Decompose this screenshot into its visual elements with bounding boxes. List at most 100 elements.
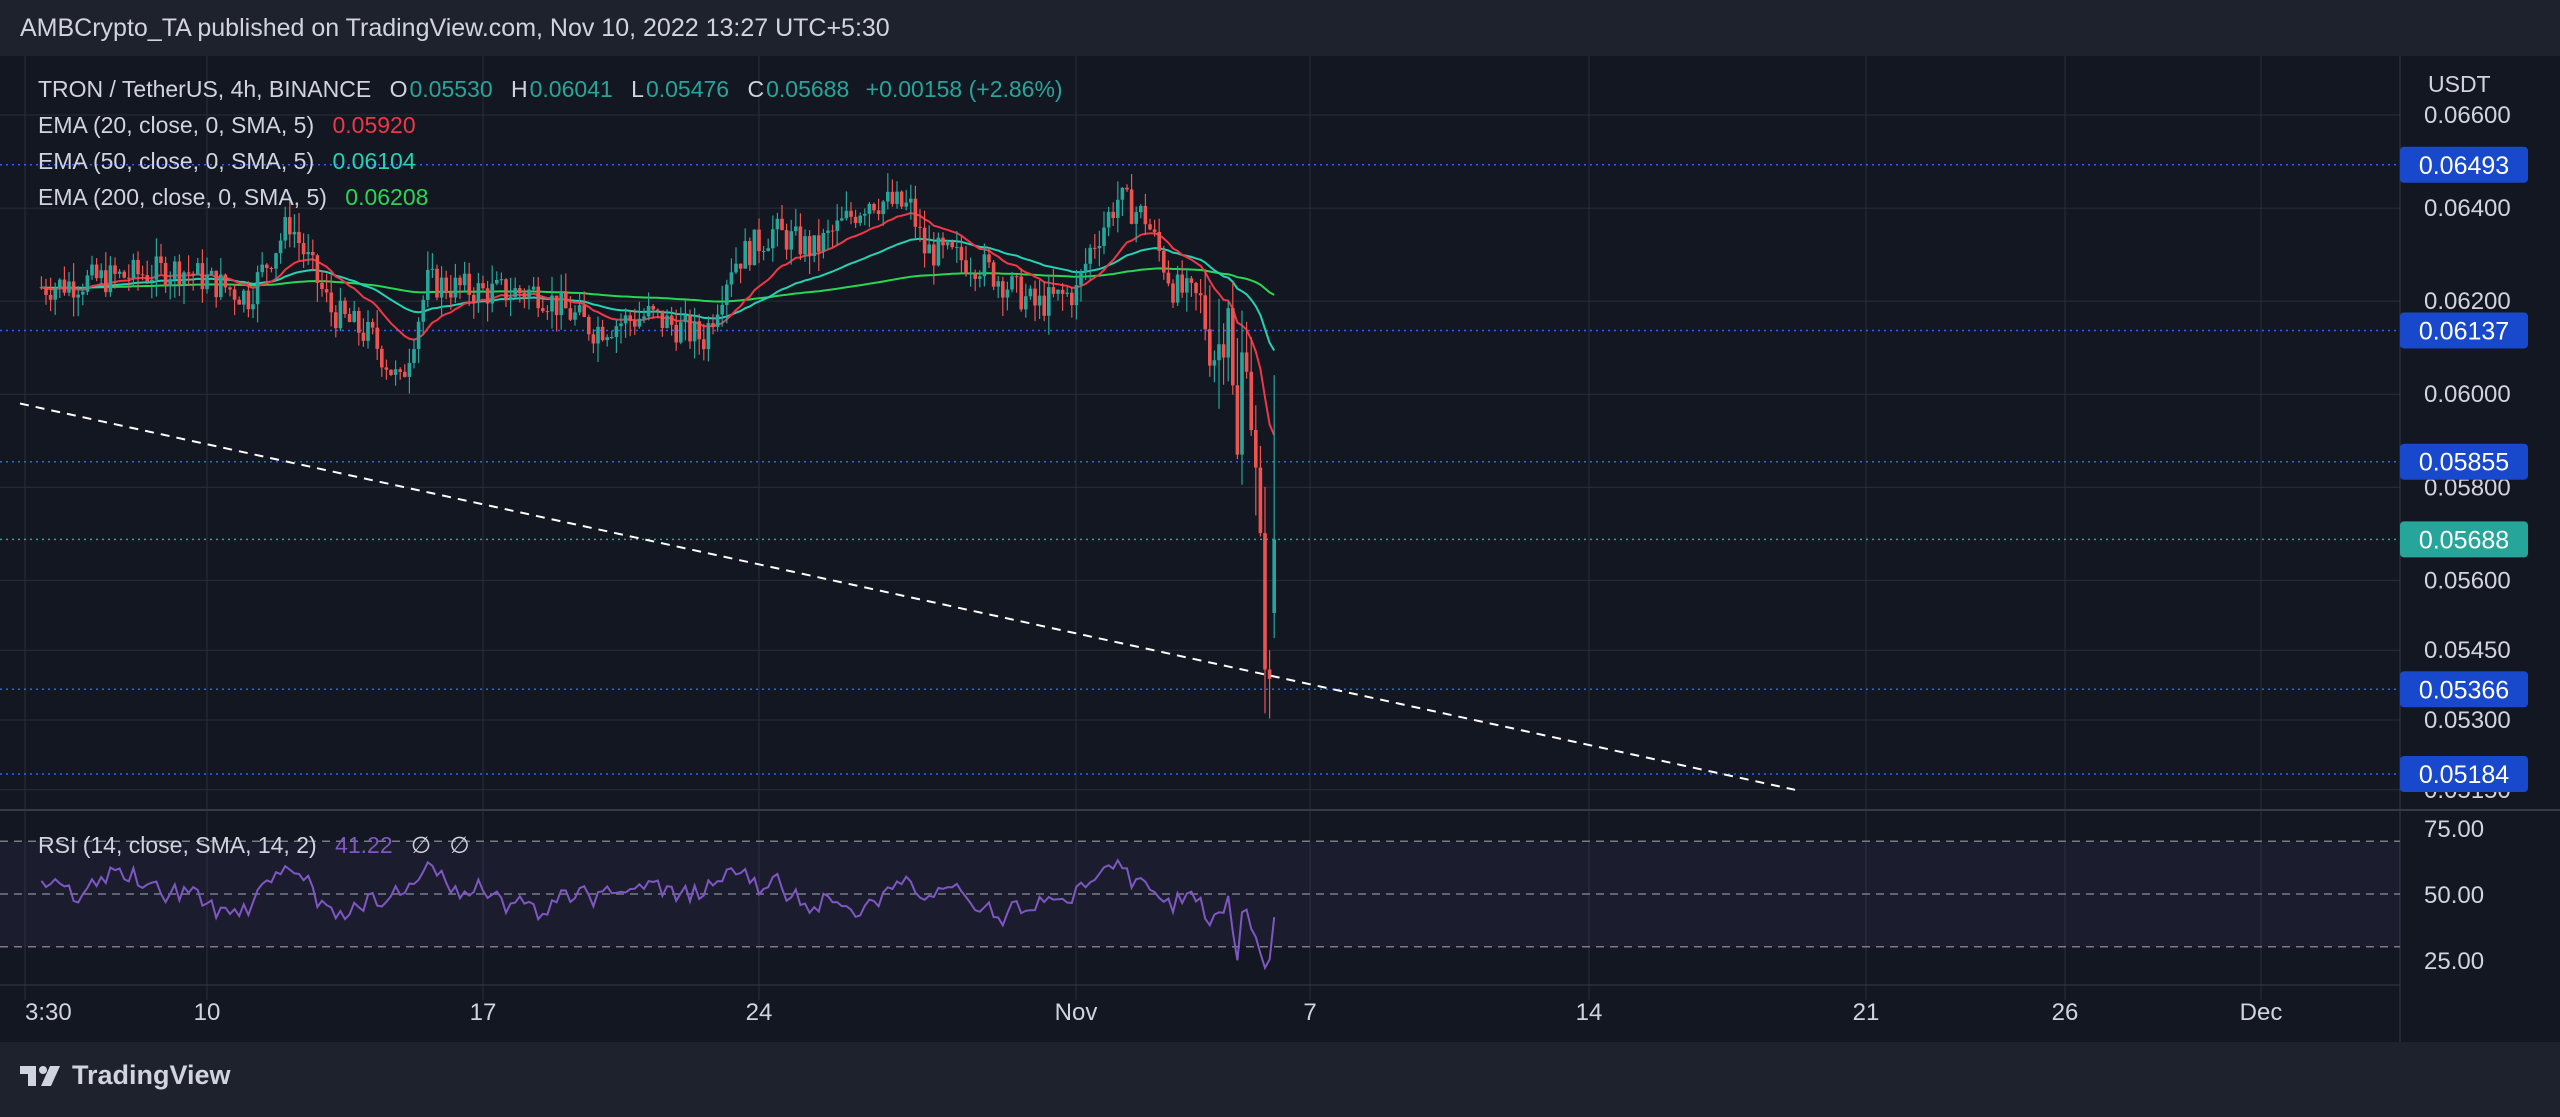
candle-body: [499, 279, 504, 281]
candle-body: [462, 273, 467, 286]
candle-body: [1258, 467, 1263, 534]
candle-body: [467, 273, 471, 295]
candle-body: [205, 274, 209, 290]
open-value: 0.05530: [409, 76, 493, 102]
candle-body: [982, 254, 987, 277]
candle-body: [1235, 385, 1240, 455]
candle-body: [301, 243, 306, 255]
candle-body: [1212, 360, 1217, 366]
candle-body: [1037, 295, 1042, 306]
candle-body: [771, 229, 775, 249]
candle-body: [858, 215, 862, 224]
close-value: 0.05688: [766, 76, 850, 102]
candle-body: [1010, 276, 1014, 290]
change-value: +0.00158 (+2.86%): [865, 76, 1063, 102]
candle-body: [1102, 227, 1106, 246]
candle-body: [679, 322, 683, 343]
candle-body: [71, 281, 76, 298]
candle-body: [817, 235, 821, 252]
candle-body: [702, 339, 706, 350]
candle-body: [260, 264, 264, 273]
rsi-legend[interactable]: RSI (14, close, SMA, 14, 2) 41.22 ∅ ∅: [38, 832, 472, 859]
low-label: L: [631, 76, 644, 102]
candle-body: [168, 279, 172, 286]
candle-body: [173, 261, 177, 280]
time-tick-label: 14: [1576, 999, 1603, 1026]
candle-body: [251, 304, 255, 310]
candle-body: [876, 210, 881, 215]
candle-body: [58, 279, 62, 289]
candle-body: [692, 321, 697, 342]
candle-body: [752, 229, 757, 266]
candle-body: [412, 349, 416, 363]
candle-body: [435, 268, 439, 298]
candle-body: [375, 327, 379, 349]
candle-body: [1060, 289, 1065, 294]
time-tick-label: 7: [1303, 999, 1316, 1026]
candle-body: [886, 191, 890, 202]
candle-body: [214, 270, 218, 298]
candle-body: [449, 292, 453, 298]
candle-body: [163, 262, 168, 286]
level-badge-text: 0.05855: [2419, 449, 2509, 477]
candle-body: [706, 323, 711, 350]
candle-body: [614, 326, 619, 338]
candle-body: [269, 267, 274, 269]
rsi-value: 41.22: [335, 832, 393, 858]
candle-body: [426, 269, 430, 300]
candle-body: [495, 279, 499, 284]
candle-body: [775, 218, 780, 230]
candle-body: [48, 294, 53, 300]
candle-body: [1240, 352, 1244, 455]
candle-body: [1157, 231, 1161, 251]
candle-body: [94, 264, 99, 279]
candle-body: [1194, 282, 1198, 294]
candle-body: [504, 279, 508, 301]
ema200-legend[interactable]: EMA (200, close, 0, SMA, 5) 0.06208: [38, 184, 430, 211]
candle-body: [863, 213, 867, 216]
candle-body: [81, 291, 85, 295]
candle-body: [366, 322, 370, 341]
candle-body: [76, 294, 80, 298]
ema20-legend[interactable]: EMA (20, close, 0, SMA, 5) 0.05920: [38, 112, 418, 139]
ema50-legend[interactable]: EMA (50, close, 0, SMA, 5) 0.06104: [38, 148, 418, 175]
symbol-legend[interactable]: TRON / TetherUS, 4h, BINANCE O0.05530 H0…: [38, 76, 1065, 103]
candle-body: [380, 348, 384, 368]
candle-body: [1093, 247, 1097, 249]
level-badge-text: 0.05184: [2419, 761, 2509, 789]
candle-body: [651, 305, 655, 310]
candle-body: [228, 287, 232, 290]
low-value: 0.05476: [645, 76, 730, 102]
tradingview-logo[interactable]: TradingView: [20, 1060, 231, 1091]
candle-body: [136, 259, 140, 275]
candle-body: [122, 271, 126, 278]
ema50-value: 0.06104: [332, 148, 416, 174]
candle-body: [458, 277, 462, 286]
candle-body: [1042, 295, 1046, 316]
candle-body: [527, 289, 531, 299]
candle-body: [370, 322, 375, 328]
level-badge-text: 0.05366: [2419, 676, 2509, 704]
candle-body: [1139, 205, 1143, 213]
candle-body: [766, 248, 770, 251]
time-tick-label: 17: [470, 999, 497, 1026]
candle-body: [44, 287, 48, 295]
candle-body: [292, 231, 297, 235]
candle-body: [209, 270, 214, 275]
candle-body: [513, 288, 517, 297]
candle-body: [899, 191, 904, 207]
candle-body: [127, 277, 131, 279]
symbol-title: TRON / TetherUS, 4h, BINANCE: [38, 76, 372, 102]
candle-body: [573, 312, 577, 320]
rsi-extra-1: ∅: [411, 832, 432, 858]
candle-body: [927, 244, 931, 254]
candle-body: [1272, 539, 1276, 613]
candle-body: [430, 268, 435, 270]
ema50-label: EMA (50, close, 0, SMA, 5): [38, 148, 315, 174]
candle-body: [85, 275, 90, 292]
candle-body: [481, 283, 485, 289]
candle-body: [973, 273, 977, 279]
time-tick-label: 21: [1853, 999, 1880, 1026]
candle-body: [242, 290, 246, 305]
candle-body: [642, 316, 646, 319]
